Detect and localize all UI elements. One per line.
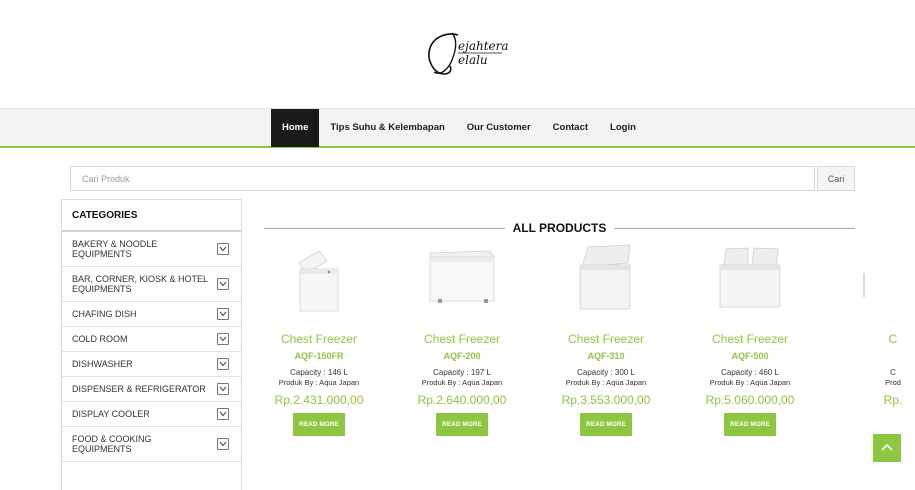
product-brand: Produk By : Aqua Japan: [565, 378, 647, 387]
search-button[interactable]: Cari: [817, 166, 855, 191]
product-capacity: Capacity : 197 L: [433, 368, 491, 377]
product-capacity: Capacity : 300 L: [577, 368, 635, 377]
chevron-down-icon[interactable]: [217, 243, 229, 255]
category-label: COLD ROOM: [72, 334, 128, 344]
nav-our-customer[interactable]: Our Customer: [456, 109, 542, 147]
product-model: [823, 351, 915, 361]
product-model: AQF-200: [443, 351, 481, 361]
product-brand: Produk By : Aqua Japan: [278, 378, 360, 387]
site-logo[interactable]: ejahtera elalu: [418, 30, 510, 78]
product-name[interactable]: C: [823, 332, 915, 346]
product-card: Chest Freezer AQF-150FR Capacity : 146 L…: [249, 243, 389, 436]
search-input[interactable]: [70, 166, 815, 191]
product-image[interactable]: [392, 243, 532, 315]
chevron-down-icon[interactable]: [217, 383, 229, 395]
product-card: Chest Freezer AQF-200 Capacity : 197 L P…: [392, 243, 532, 436]
category-label: DISHWASHER: [72, 359, 133, 369]
category-item[interactable]: DISPLAY COOLER: [62, 402, 241, 427]
nav-home[interactable]: Home: [271, 109, 320, 147]
arrow-up-icon: [881, 443, 893, 451]
product-price: Rp.2.640.000,00: [417, 393, 507, 407]
all-products-heading: ALL PRODUCTS: [264, 219, 855, 239]
category-label: DISPENSER & REFRIGERATOR: [72, 384, 206, 394]
read-more-button[interactable]: READ MORE: [293, 413, 345, 436]
nav-login[interactable]: Login: [599, 109, 647, 147]
read-more-button[interactable]: READ MORE: [580, 413, 632, 436]
product-capacity: C: [890, 368, 896, 377]
nav-contact[interactable]: Contact: [542, 109, 599, 147]
chevron-down-icon[interactable]: [217, 358, 229, 370]
category-label: FOOD & COOKING EQUIPMENTS: [72, 434, 152, 454]
main-navbar: Home Tips Suhu & Kelembapan Our Customer…: [0, 108, 915, 148]
product-image[interactable]: [823, 243, 915, 315]
svg-text:ejahtera: ejahtera: [458, 39, 509, 53]
back-to-top-button[interactable]: [873, 434, 901, 462]
chevron-down-icon[interactable]: [217, 408, 229, 420]
categories-sidebar: CATEGORIES BAKERY & NOODLE EQUIPMENTS BA…: [61, 199, 242, 490]
product-model: AQF-310: [587, 351, 625, 361]
product-brand: Prod: [885, 378, 901, 387]
category-label: BAR, CORNER, KIOSK & HOTEL EQUIPMENTS: [72, 274, 208, 294]
category-item[interactable]: DISHWASHER: [62, 352, 241, 377]
categories-title: CATEGORIES: [62, 200, 241, 232]
chevron-down-icon[interactable]: [217, 278, 229, 290]
category-label: CHAFING DISH: [72, 309, 137, 319]
product-name[interactable]: Chest Freezer: [392, 332, 532, 346]
chevron-down-icon[interactable]: [217, 333, 229, 345]
category-item[interactable]: DISPENSER & REFRIGERATOR: [62, 377, 241, 402]
product-card: Chest Freezer AQF-310 Capacity : 300 L P…: [536, 243, 676, 436]
product-image[interactable]: [249, 243, 389, 315]
product-price: Rp.2.431.000,00: [274, 393, 364, 407]
product-price: Rp.3.553.000,00: [561, 393, 651, 407]
category-item[interactable]: BAKERY & NOODLE EQUIPMENTS: [62, 232, 241, 267]
product-name[interactable]: Chest Freezer: [536, 332, 676, 346]
category-item[interactable]: FOOD & COOKING EQUIPMENTS: [62, 427, 241, 462]
product-name[interactable]: Chest Freezer: [249, 332, 389, 346]
all-products-title: ALL PRODUCTS: [504, 221, 615, 235]
header: ejahtera elalu: [0, 0, 915, 108]
chevron-down-icon[interactable]: [217, 308, 229, 320]
product-capacity: Capacity : 146 L: [290, 368, 348, 377]
category-item[interactable]: BAR, CORNER, KIOSK & HOTEL EQUIPMENTS: [62, 267, 241, 302]
read-more-button[interactable]: READ MORE: [436, 413, 488, 436]
chevron-down-icon[interactable]: [217, 438, 229, 450]
category-label: BAKERY & NOODLE EQUIPMENTS: [72, 239, 158, 259]
svg-text:elalu: elalu: [458, 53, 488, 67]
product-price: Rp.: [883, 393, 903, 407]
read-more-button[interactable]: READ MORE: [724, 413, 776, 436]
product-brand: Produk By : Aqua Japan: [421, 378, 503, 387]
product-model: AQF-150FR: [294, 351, 344, 361]
main-nav: Home Tips Suhu & Kelembapan Our Customer…: [271, 109, 647, 147]
category-label: DISPLAY COOLER: [72, 409, 150, 419]
category-item[interactable]: COLD ROOM: [62, 327, 241, 352]
category-item[interactable]: CHAFING DISH: [62, 302, 241, 327]
nav-tips[interactable]: Tips Suhu & Kelembapan: [319, 109, 455, 147]
product-card: C C Prod Rp.: [796, 243, 915, 463]
product-image[interactable]: [536, 243, 676, 315]
